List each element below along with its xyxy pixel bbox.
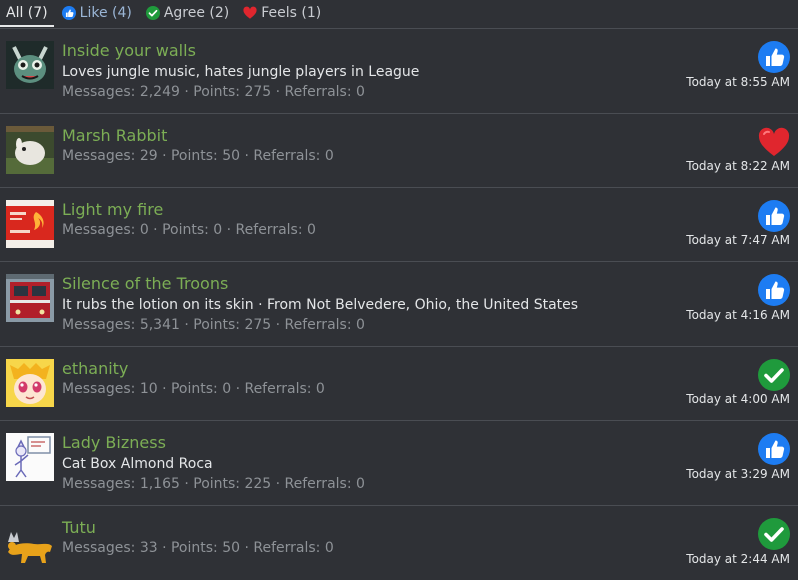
list-item: Light my fire Messages: 0 · Points: 0 · … — [0, 188, 798, 262]
member-name[interactable]: Silence of the Troons — [62, 274, 228, 293]
avatar[interactable] — [6, 126, 54, 174]
member-title: It rubs the lotion on its skin · From No… — [62, 297, 579, 313]
member-title: Cat Box Almond Roca — [62, 456, 213, 472]
list-item: Marsh Rabbit Messages: 29 · Points: 50 ·… — [0, 114, 798, 188]
feels-icon — [243, 6, 257, 20]
agree-icon — [758, 359, 790, 391]
member-name[interactable]: Lady Bizness — [62, 433, 166, 452]
reaction-time: Today at 8:22 AM — [686, 159, 790, 173]
reaction-time: Today at 4:00 AM — [686, 392, 790, 406]
like-icon — [758, 433, 790, 465]
member-stats: Messages: 10 · Points: 0 · Referrals: 0 — [62, 381, 325, 397]
member-name[interactable]: Marsh Rabbit — [62, 126, 167, 145]
reaction-tabs: All (7) Like (4) Agree (2) Feels (1) — [0, 0, 798, 29]
tab-feels[interactable]: Feels (1) — [235, 0, 327, 25]
feels-icon — [758, 126, 790, 158]
like-icon — [61, 5, 76, 20]
tab-agree-label: Agree (2) — [163, 4, 230, 21]
tab-like-label: Like (4) — [79, 4, 132, 21]
agree-icon — [758, 518, 790, 550]
avatar[interactable] — [6, 274, 54, 322]
list-item: Tutu Messages: 33 · Points: 50 · Referra… — [0, 506, 798, 579]
member-list: Inside your walls Loves jungle music, ha… — [0, 29, 798, 579]
like-icon — [758, 41, 790, 73]
reaction-time: Today at 7:47 AM — [686, 233, 790, 247]
member-stats: Messages: 5,341 · Points: 275 · Referral… — [62, 317, 365, 333]
list-item: Silence of the Troons It rubs the lotion… — [0, 262, 798, 347]
tab-all-label: All (7) — [6, 4, 48, 21]
member-stats: Messages: 0 · Points: 0 · Referrals: 0 — [62, 222, 316, 238]
tab-like[interactable]: Like (4) — [54, 0, 138, 25]
reaction-time: Today at 4:16 AM — [686, 308, 790, 322]
member-stats: Messages: 1,165 · Points: 225 · Referral… — [62, 476, 365, 492]
list-item: Inside your walls Loves jungle music, ha… — [0, 29, 798, 114]
agree-icon — [145, 5, 160, 20]
member-stats: Messages: 2,249 · Points: 275 · Referral… — [62, 84, 365, 100]
tab-agree[interactable]: Agree (2) — [138, 0, 235, 25]
reaction-time: Today at 2:44 AM — [686, 552, 790, 566]
member-name[interactable]: Light my fire — [62, 200, 163, 219]
member-title: Loves jungle music, hates jungle players… — [62, 64, 420, 80]
member-name[interactable]: Inside your walls — [62, 41, 196, 60]
member-name[interactable]: Tutu — [62, 518, 96, 537]
avatar[interactable] — [6, 200, 54, 248]
member-stats: Messages: 33 · Points: 50 · Referrals: 0 — [62, 540, 334, 556]
like-icon — [758, 274, 790, 306]
tab-feels-label: Feels (1) — [261, 4, 322, 21]
reaction-time: Today at 3:29 AM — [686, 467, 790, 481]
list-item: Lady Bizness Cat Box Almond Roca Message… — [0, 421, 798, 506]
reaction-time: Today at 8:55 AM — [686, 75, 790, 89]
like-icon — [758, 200, 790, 232]
list-item: ethanity Messages: 10 · Points: 0 · Refe… — [0, 347, 798, 421]
avatar[interactable] — [6, 359, 54, 407]
avatar[interactable] — [6, 433, 54, 481]
member-stats: Messages: 29 · Points: 50 · Referrals: 0 — [62, 148, 334, 164]
avatar[interactable] — [6, 41, 54, 89]
avatar[interactable] — [6, 518, 54, 566]
member-name[interactable]: ethanity — [62, 359, 128, 378]
tab-all[interactable]: All (7) — [0, 0, 54, 27]
